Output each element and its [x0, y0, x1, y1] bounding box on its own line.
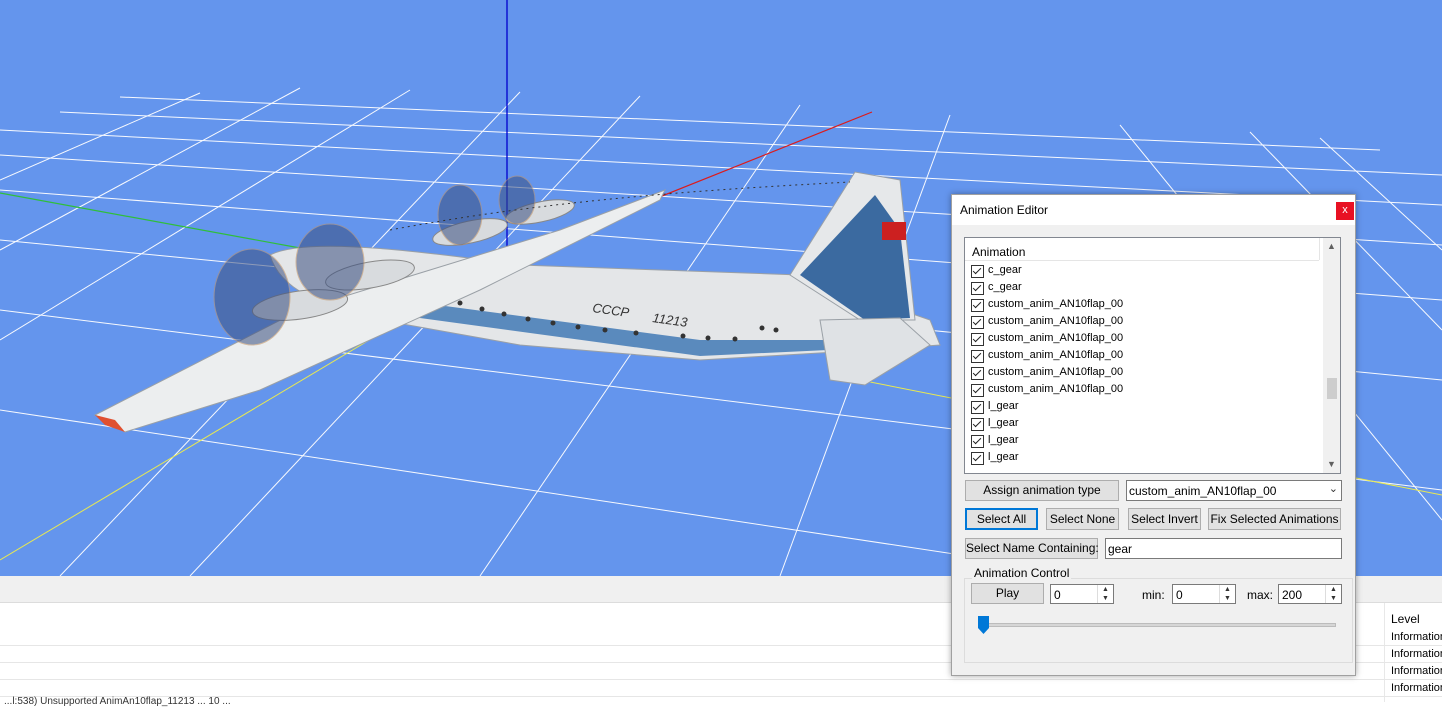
animation-name: custom_anim_AN10flap_00: [988, 332, 1124, 344]
list-item[interactable]: custom_anim_AN10flap_00: [965, 315, 1323, 332]
list-item[interactable]: custom_anim_AN10flap_00: [965, 383, 1323, 400]
animation-name: custom_anim_AN10flap_00: [988, 366, 1124, 378]
spinner-buttons: ▲ ▼: [1097, 585, 1113, 603]
spinner-down-icon[interactable]: ▼: [1098, 594, 1113, 603]
max-value: 200: [1282, 588, 1303, 602]
spinner-down-icon[interactable]: ▼: [1326, 594, 1341, 603]
select-invert-button[interactable]: Select Invert: [1128, 508, 1201, 530]
list-column-header[interactable]: Animation: [965, 238, 1320, 261]
play-button[interactable]: Play: [971, 583, 1044, 604]
title-bar[interactable]: Animation Editor x: [952, 195, 1355, 225]
checkbox[interactable]: [971, 316, 984, 329]
checkbox[interactable]: [971, 299, 984, 312]
spinner-up-icon[interactable]: ▲: [1326, 585, 1341, 594]
list-item[interactable]: custom_anim_AN10flap_00: [965, 349, 1323, 366]
select-all-button[interactable]: Select All: [965, 508, 1038, 530]
spinner-up-icon[interactable]: ▲: [1098, 585, 1113, 594]
max-spinner[interactable]: 200 ▲ ▼: [1278, 584, 1342, 604]
chevron-down-icon: ⌄: [1328, 483, 1338, 495]
list-item[interactable]: l_gear: [965, 400, 1323, 417]
list-scrollbar[interactable]: ▲ ▼: [1323, 238, 1340, 473]
select-name-containing-button[interactable]: Select Name Containing:: [965, 538, 1099, 559]
animation-editor-window: Animation Editor x Animation c_gear c_gea…: [951, 194, 1356, 676]
list-item[interactable]: l_gear: [965, 434, 1323, 451]
checkbox[interactable]: [971, 418, 984, 431]
checkbox[interactable]: [971, 367, 984, 380]
checkbox[interactable]: [971, 350, 984, 363]
header-separator: [1319, 238, 1320, 260]
frame-slider-track[interactable]: [978, 623, 1336, 627]
animation-name: c_gear: [988, 264, 1022, 276]
checkbox[interactable]: [971, 384, 984, 397]
log-level: Information: [1391, 682, 1442, 694]
list-item[interactable]: custom_anim_AN10flap_00: [965, 298, 1323, 315]
scroll-thumb[interactable]: [1327, 378, 1337, 399]
animation-name: custom_anim_AN10flap_00: [988, 383, 1124, 395]
frame-value: 0: [1054, 588, 1061, 602]
animation-name: custom_anim_AN10flap_00: [988, 298, 1124, 310]
checkbox[interactable]: [971, 265, 984, 278]
animation-control-title: Animation Control: [972, 566, 1072, 580]
animation-name: l_gear: [988, 400, 1019, 412]
checkbox[interactable]: [971, 435, 984, 448]
log-level: Information: [1391, 631, 1442, 643]
checkbox[interactable]: [971, 333, 984, 346]
close-button[interactable]: x: [1336, 202, 1354, 220]
list-item[interactable]: custom_anim_AN10flap_00: [965, 366, 1323, 383]
scroll-up-icon[interactable]: ▲: [1323, 238, 1340, 255]
animation-name: custom_anim_AN10flap_00: [988, 349, 1124, 361]
animation-type-value: custom_anim_AN10flap_00: [1129, 484, 1277, 498]
log-level: Information: [1391, 665, 1442, 677]
list-item[interactable]: c_gear: [965, 281, 1323, 298]
select-none-button[interactable]: Select None: [1046, 508, 1119, 530]
spinner-buttons: ▲ ▼: [1325, 585, 1341, 603]
list-item[interactable]: l_gear: [965, 417, 1323, 434]
list-item[interactable]: custom_anim_AN10flap_00: [965, 332, 1323, 349]
assign-animation-type-button[interactable]: Assign animation type: [965, 480, 1119, 501]
animation-type-select[interactable]: custom_anim_AN10flap_00 ⌄: [1126, 480, 1342, 501]
animation-items: c_gear c_gear custom_anim_AN10flap_00 custo…: [965, 264, 1323, 468]
spinner-up-icon[interactable]: ▲: [1220, 585, 1235, 594]
log-row[interactable]: [0, 680, 1442, 697]
level-column-header[interactable]: Level: [1391, 612, 1420, 626]
animation-name: l_gear: [988, 451, 1019, 463]
spinner-down-icon[interactable]: ▼: [1220, 594, 1235, 603]
checkbox[interactable]: [971, 452, 984, 465]
window-title: Animation Editor: [960, 203, 1049, 217]
checkbox[interactable]: [971, 282, 984, 295]
animation-name: c_gear: [988, 281, 1022, 293]
frame-spinner[interactable]: 0 ▲ ▼: [1050, 584, 1114, 604]
min-value: 0: [1176, 588, 1183, 602]
aircraft-model[interactable]: СССР 11213: [93, 171, 941, 433]
min-spinner[interactable]: 0 ▲ ▼: [1172, 584, 1236, 604]
min-label: min:: [1142, 588, 1165, 602]
fix-selected-animations-button[interactable]: Fix Selected Animations: [1208, 508, 1341, 530]
animation-name: l_gear: [988, 434, 1019, 446]
checkbox[interactable]: [971, 401, 984, 414]
animation-column-label: Animation: [972, 245, 1026, 259]
spinner-buttons: ▲ ▼: [1219, 585, 1235, 603]
name-filter-input[interactable]: gear: [1105, 538, 1342, 559]
animation-name: l_gear: [988, 417, 1019, 429]
list-item[interactable]: c_gear: [965, 264, 1323, 281]
list-item[interactable]: l_gear: [965, 451, 1323, 468]
frame-slider-thumb[interactable]: [978, 616, 989, 634]
animation-list[interactable]: Animation c_gear c_gear custom_anim_AN10fl…: [964, 237, 1341, 474]
log-level: Information: [1391, 648, 1442, 660]
max-label: max:: [1247, 588, 1274, 602]
scroll-down-icon[interactable]: ▼: [1323, 456, 1340, 473]
animation-name: custom_anim_AN10flap_00: [988, 315, 1124, 327]
